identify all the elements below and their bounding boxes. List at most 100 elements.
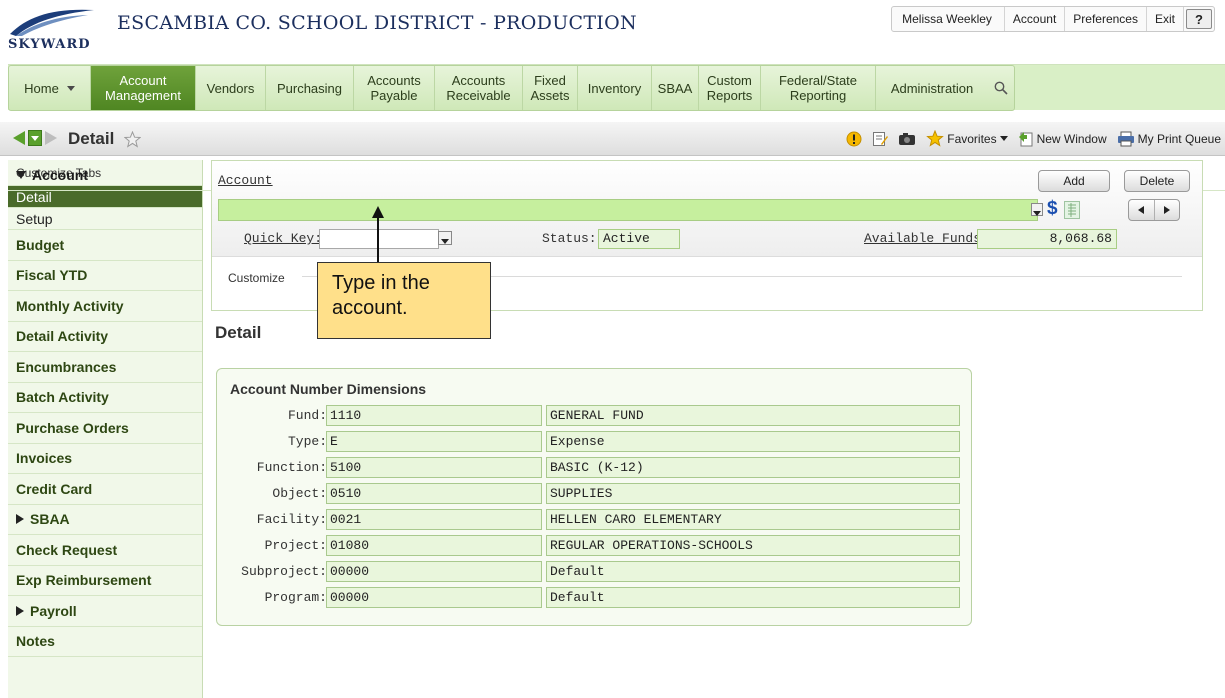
nav-sbaa[interactable]: SBAA: [652, 66, 699, 110]
add-button[interactable]: Add: [1038, 170, 1110, 192]
sidebar-item-fiscal-ytd[interactable]: Fiscal YTD: [8, 261, 202, 291]
dimension-description: SUPPLIES: [546, 483, 960, 504]
dimension-description: Expense: [546, 431, 960, 452]
quick-key-label[interactable]: Quick Key:: [244, 231, 322, 246]
nav-purchasing[interactable]: Purchasing: [266, 66, 354, 110]
nav-home[interactable]: Home: [9, 66, 91, 110]
account-input[interactable]: [218, 199, 1038, 221]
nav-account-management[interactable]: Account Management: [91, 66, 196, 110]
dimension-code: 1110: [326, 405, 542, 426]
history-dropdown-icon[interactable]: [28, 130, 42, 146]
forward-arrow-icon[interactable]: [44, 130, 58, 146]
page-title: Detail: [68, 129, 115, 148]
new-window-icon: [1018, 131, 1033, 146]
account-label-link[interactable]: Account: [218, 173, 273, 188]
dimension-label: Project:: [264, 538, 327, 553]
new-window-button[interactable]: New Window: [1018, 131, 1107, 147]
dollar-icon[interactable]: $: [1047, 198, 1058, 220]
nav-label: SBAA: [657, 80, 693, 96]
nav-label: Federal/State Reporting: [778, 73, 858, 103]
preferences-link[interactable]: Preferences: [1065, 7, 1147, 31]
district-title: ESCAMBIA CO. SCHOOL DISTRICT - PRODUCTIO…: [117, 12, 637, 34]
dimension-description: Default: [546, 561, 960, 582]
right-arrow-icon: [1163, 206, 1170, 214]
sidebar-item-label: Notes: [16, 633, 55, 650]
search-icon[interactable]: [988, 66, 1014, 110]
sidebar-item-exp-reimbursement[interactable]: Exp Reimbursement: [8, 566, 202, 596]
nav-label: Custom Reports: [706, 73, 753, 103]
exit-link[interactable]: Exit: [1147, 7, 1184, 31]
sidebar-item-check-request[interactable]: Check Request: [8, 535, 202, 566]
sidebar-item-label: SBAA: [30, 511, 70, 528]
dimension-code: 00000: [326, 587, 542, 608]
available-funds-value: 8,068.68: [977, 229, 1117, 249]
dimension-description: REGULAR OPERATIONS-SCHOOLS: [546, 535, 960, 556]
favorites-label: Favorites: [947, 131, 997, 146]
nav-accounts-receivable[interactable]: Accounts Receivable: [435, 66, 523, 110]
sidebar-item-monthly-activity[interactable]: Monthly Activity: [8, 291, 202, 322]
sidebar-item-setup[interactable]: Setup: [8, 208, 202, 230]
nav-administration[interactable]: Administration: [876, 66, 988, 110]
delete-button[interactable]: Delete: [1124, 170, 1190, 192]
sidebar-item-label: Credit Card: [16, 480, 93, 497]
nav-label: Fixed Assets: [530, 73, 570, 103]
sidebar-item-batch-activity[interactable]: Batch Activity: [8, 383, 202, 413]
expand-triangle-icon: [16, 514, 24, 525]
sidebar-item-detail-activity[interactable]: Detail Activity: [8, 322, 202, 352]
app-header: SKYWARD ESCAMBIA CO. SCHOOL DISTRICT - P…: [0, 0, 1225, 58]
toolbar-tools: Favorites New Window My Print Queue: [846, 130, 1221, 147]
dimension-row-fund: Fund: 1110 GENERAL FUND: [217, 405, 973, 427]
sidebar-item-budget[interactable]: Budget: [8, 230, 202, 261]
print-queue-button[interactable]: My Print Queue: [1117, 131, 1221, 147]
dimension-code: 5100: [326, 457, 542, 478]
dimension-code: 0510: [326, 483, 542, 504]
available-funds-label[interactable]: Available Funds:: [864, 231, 989, 246]
nav-inventory[interactable]: Inventory: [578, 66, 652, 110]
alert-icon[interactable]: [846, 131, 862, 147]
user-name-link[interactable]: Melissa Weekley: [892, 7, 1005, 31]
left-arrow-icon: [1138, 206, 1145, 214]
sidebar-item-label: Account: [32, 166, 88, 183]
dimensions-title: Account Number Dimensions: [230, 381, 427, 397]
back-arrow-icon[interactable]: [12, 130, 26, 146]
sidebar-item-credit-card[interactable]: Credit Card: [8, 474, 202, 505]
sidebar-item-encumbrances[interactable]: Encumbrances: [8, 352, 202, 383]
favorite-star-icon[interactable]: [124, 131, 141, 148]
dimension-code: 01080: [326, 535, 542, 556]
sidebar-item-label: Detail Activity: [16, 328, 109, 345]
sidebar-item-payroll[interactable]: Payroll: [8, 596, 202, 627]
nav-accounts-payable[interactable]: Accounts Payable: [354, 66, 435, 110]
sidebar-item-invoices[interactable]: Invoices: [8, 444, 202, 474]
account-dropdown[interactable]: [1031, 203, 1043, 216]
previous-record-button[interactable]: [1129, 200, 1155, 220]
customize-link[interactable]: Customize: [228, 271, 285, 285]
sidebar-item-notes[interactable]: Notes: [8, 627, 202, 657]
instruction-callout: Type in the account.: [317, 262, 491, 339]
nav-vendors[interactable]: Vendors: [196, 66, 266, 110]
sidebar-item-label: Check Request: [16, 541, 118, 558]
help-button[interactable]: ?: [1186, 9, 1212, 29]
nav-federal-state-reporting[interactable]: Federal/State Reporting: [761, 66, 876, 110]
chevron-down-icon: [1033, 211, 1041, 216]
callout-arrow-icon: [372, 206, 384, 264]
dimension-code: 00000: [326, 561, 542, 582]
favorites-menu[interactable]: Favorites: [926, 130, 1008, 147]
chevron-down-icon[interactable]: [66, 85, 75, 91]
chevron-down-icon: [441, 239, 449, 244]
sidebar-item-purchase-orders[interactable]: Purchase Orders: [8, 413, 202, 444]
account-lookup-grid-icon[interactable]: [1064, 201, 1080, 219]
account-link[interactable]: Account: [1005, 7, 1066, 31]
nav-fixed-assets[interactable]: Fixed Assets: [523, 66, 578, 110]
skyward-logo: SKYWARD: [8, 6, 104, 52]
next-record-button[interactable]: [1155, 200, 1180, 220]
dimension-row-function: Function: 5100 BASIC (K-12): [217, 457, 973, 479]
quick-key-dropdown[interactable]: [438, 231, 452, 245]
notes-icon[interactable]: [872, 131, 889, 147]
status-value: Active: [598, 229, 680, 249]
print-queue-label: My Print Queue: [1137, 131, 1221, 146]
camera-icon[interactable]: [898, 131, 916, 147]
nav-label: Accounts Receivable: [446, 73, 511, 103]
sidebar-item-sbaa[interactable]: SBAA: [8, 505, 202, 535]
nav-custom-reports[interactable]: Custom Reports: [699, 66, 761, 110]
dimension-label: Subproject:: [241, 564, 327, 579]
